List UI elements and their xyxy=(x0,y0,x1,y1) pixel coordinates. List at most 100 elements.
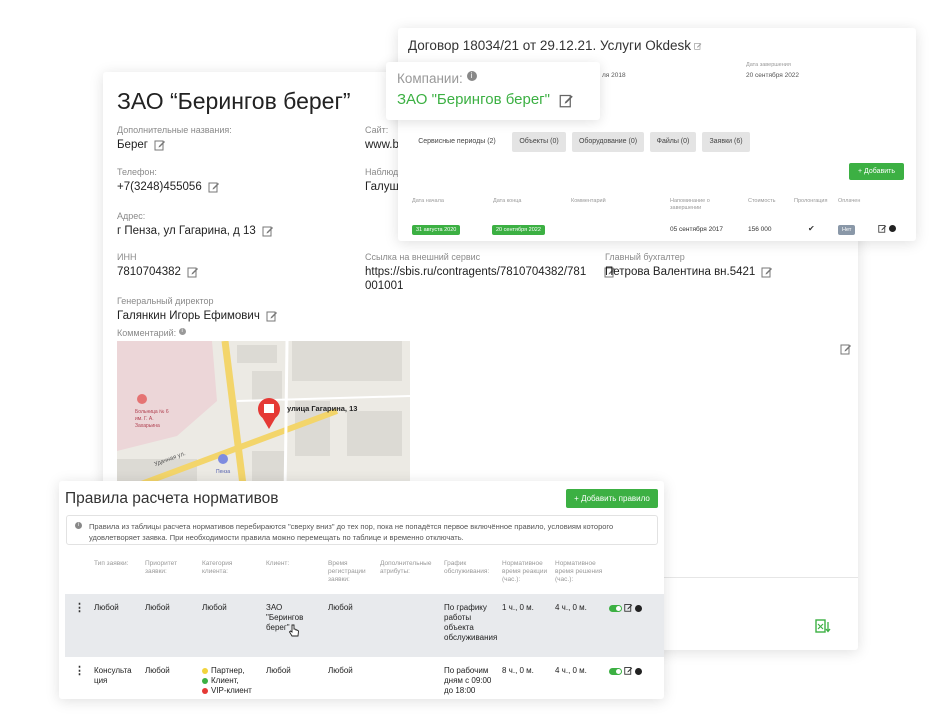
map-marker-label: улица Гагарина, 13 xyxy=(287,404,357,413)
row-type: Любой xyxy=(94,603,119,612)
tab-service-periods[interactable]: Сервисные периоды (2) xyxy=(408,132,506,152)
map-hospital-label: им. Г. А. xyxy=(135,416,154,422)
row-categories: Партнер, Клиент, VIP-клиент xyxy=(202,666,252,696)
map-shop-label: Пенза xyxy=(216,469,230,475)
edit-icon[interactable] xyxy=(694,42,702,51)
column-header-schedule: График обслуживания: xyxy=(444,560,490,575)
period-end-badge: 20 сентября 2022 xyxy=(492,225,545,235)
add-period-button[interactable]: + Добавить xyxy=(849,163,904,180)
column-header: Дата конца xyxy=(493,198,522,204)
field-value: 7810704382 xyxy=(117,266,199,278)
hand-cursor-icon xyxy=(288,624,300,643)
edit-icon[interactable] xyxy=(559,93,574,108)
rules-title: Правила расчета нормативов xyxy=(65,490,279,507)
row-priority: Любой xyxy=(145,603,170,612)
category-item: Партнер, xyxy=(202,666,252,676)
field-value: г Пенза, ул Гагарина, д 13 xyxy=(117,225,274,237)
field-label: Ссылка на внешний сервис xyxy=(365,252,481,262)
edit-comment-icon[interactable] xyxy=(840,343,852,355)
field-label: Телефон: xyxy=(117,167,157,177)
delete-icon[interactable] xyxy=(635,668,642,675)
field-label: Адрес: xyxy=(117,211,146,221)
column-header: Пролонгация xyxy=(794,198,828,204)
row-reg-time: Любой xyxy=(328,603,353,612)
column-header-priority: Приоритет заявки: xyxy=(145,560,178,575)
info-text: Правила из таблицы расчета нормативов пе… xyxy=(89,522,614,531)
export-excel-icon[interactable] xyxy=(815,619,831,635)
field-value: Петрова Валентина вн.5421 xyxy=(605,266,773,278)
dot-red-icon xyxy=(202,687,208,694)
column-header: Дата начала xyxy=(412,198,444,204)
paid-badge: Нет xyxy=(838,225,856,235)
rule-toggle[interactable] xyxy=(609,605,622,612)
row-solution: 4 ч., 0 м. xyxy=(555,603,587,612)
drag-handle-icon[interactable]: ⋮ xyxy=(74,666,85,677)
row-priority: Любой xyxy=(145,666,170,675)
delete-icon[interactable] xyxy=(635,605,642,612)
category-item: Клиент, xyxy=(202,676,252,686)
row-reaction: 8 ч., 0 м. xyxy=(502,666,534,675)
field-label: Генеральный директор xyxy=(117,296,214,306)
field-alt-names: Дополнительные названия: Берег xyxy=(117,125,232,151)
column-header: Стоимость xyxy=(748,198,776,204)
column-header-reg-time: Время регистрации заявки: xyxy=(328,560,366,583)
edit-icon[interactable] xyxy=(187,266,199,278)
drag-handle-icon[interactable]: ⋮ xyxy=(74,603,85,614)
column-header: Напоминание о завершении xyxy=(670,198,710,211)
contract-card: Договор 18034/21 от 29.12.21. Услуги Okd… xyxy=(398,28,916,241)
contract-title: Договор 18034/21 от 29.12.21. Услуги Okd… xyxy=(408,38,702,53)
row-reg-time: Любой xyxy=(328,666,353,675)
map-hospital-label: Больница № 6 xyxy=(135,409,169,415)
edit-icon[interactable] xyxy=(262,225,274,237)
field-inn: ИНН 7810704382 xyxy=(117,252,199,278)
edit-icon[interactable] xyxy=(266,310,278,322)
contract-end-label: Дата завершения xyxy=(746,62,791,68)
field-label: Комментарий: i xyxy=(117,328,186,338)
column-header-reaction: Нормативное время реакции (час.): xyxy=(502,560,548,583)
map-hospital-label: Захарьина xyxy=(135,423,160,429)
tab-files[interactable]: Файлы (0) xyxy=(650,132,696,152)
edit-icon[interactable] xyxy=(208,181,220,193)
dot-yellow-icon xyxy=(202,667,208,674)
category-item: VIP-клиент xyxy=(202,686,252,696)
field-label: Дополнительные названия: xyxy=(117,125,232,135)
edit-icon[interactable] xyxy=(761,266,773,278)
address-map[interactable]: Больница № 6 им. Г. А. Захарьина Удачная… xyxy=(117,341,410,501)
field-value[interactable]: https://sbis.ru/contragents/7810704382/7… xyxy=(365,266,616,292)
company-title: ЗАО “Берингов берег” xyxy=(117,88,351,114)
period-start-badge: 31 августа 2020 xyxy=(412,225,461,235)
edit-icon[interactable] xyxy=(624,603,633,612)
column-header-category: Категория клиента: xyxy=(202,560,233,575)
field-accountant: Главный бухгалтер Петрова Валентина вн.5… xyxy=(605,252,773,278)
field-address: Адрес: г Пенза, ул Гагарина, д 13 xyxy=(117,211,274,237)
info-icon[interactable]: i xyxy=(466,71,477,81)
field-value: Галянкин Игорь Ефимович xyxy=(117,310,278,322)
divider xyxy=(663,577,858,578)
edit-icon[interactable] xyxy=(878,224,887,233)
rule-toggle[interactable] xyxy=(609,668,622,675)
field-value: Берег xyxy=(117,139,232,151)
row-schedule: По графику работы объекта обслуживания xyxy=(444,603,498,642)
column-header-type: Тип заявки: xyxy=(94,560,129,567)
tab-objects[interactable]: Объекты (0) xyxy=(512,132,566,152)
delete-icon[interactable] xyxy=(889,225,896,232)
period-cost: 156 000 xyxy=(748,226,772,233)
tab-requests[interactable]: Заявки (6) xyxy=(702,132,750,152)
add-rule-button[interactable]: + Добавить правило xyxy=(566,489,658,508)
rules-info-box: i Правила из таблицы расчета нормативов … xyxy=(66,515,658,545)
column-header-solution: Нормативное время решения (час.): xyxy=(555,560,603,583)
row-type: Консультация xyxy=(94,666,132,685)
row-schedule: По рабочим дням с 09:00 до 18:00 xyxy=(444,666,492,695)
companies-value: ЗАО "Берингов берег" xyxy=(397,91,574,108)
rules-card: Правила расчета нормативов + Добавить пр… xyxy=(59,481,664,699)
dot-green-icon xyxy=(202,677,208,684)
edit-icon[interactable] xyxy=(624,666,633,675)
contract-start-value: ля 2018 xyxy=(602,72,626,79)
field-ext-link: Ссылка на внешний сервис https://sbis.ru… xyxy=(365,252,616,292)
row-client: Любой xyxy=(266,666,291,675)
checkmark-icon: ✔ xyxy=(808,224,815,233)
tab-equipment[interactable]: Оборудование (0) xyxy=(572,132,644,152)
period-reminder: 05 сентября 2017 xyxy=(670,226,724,233)
info-icon[interactable]: i xyxy=(178,328,186,335)
edit-icon[interactable] xyxy=(154,139,166,151)
